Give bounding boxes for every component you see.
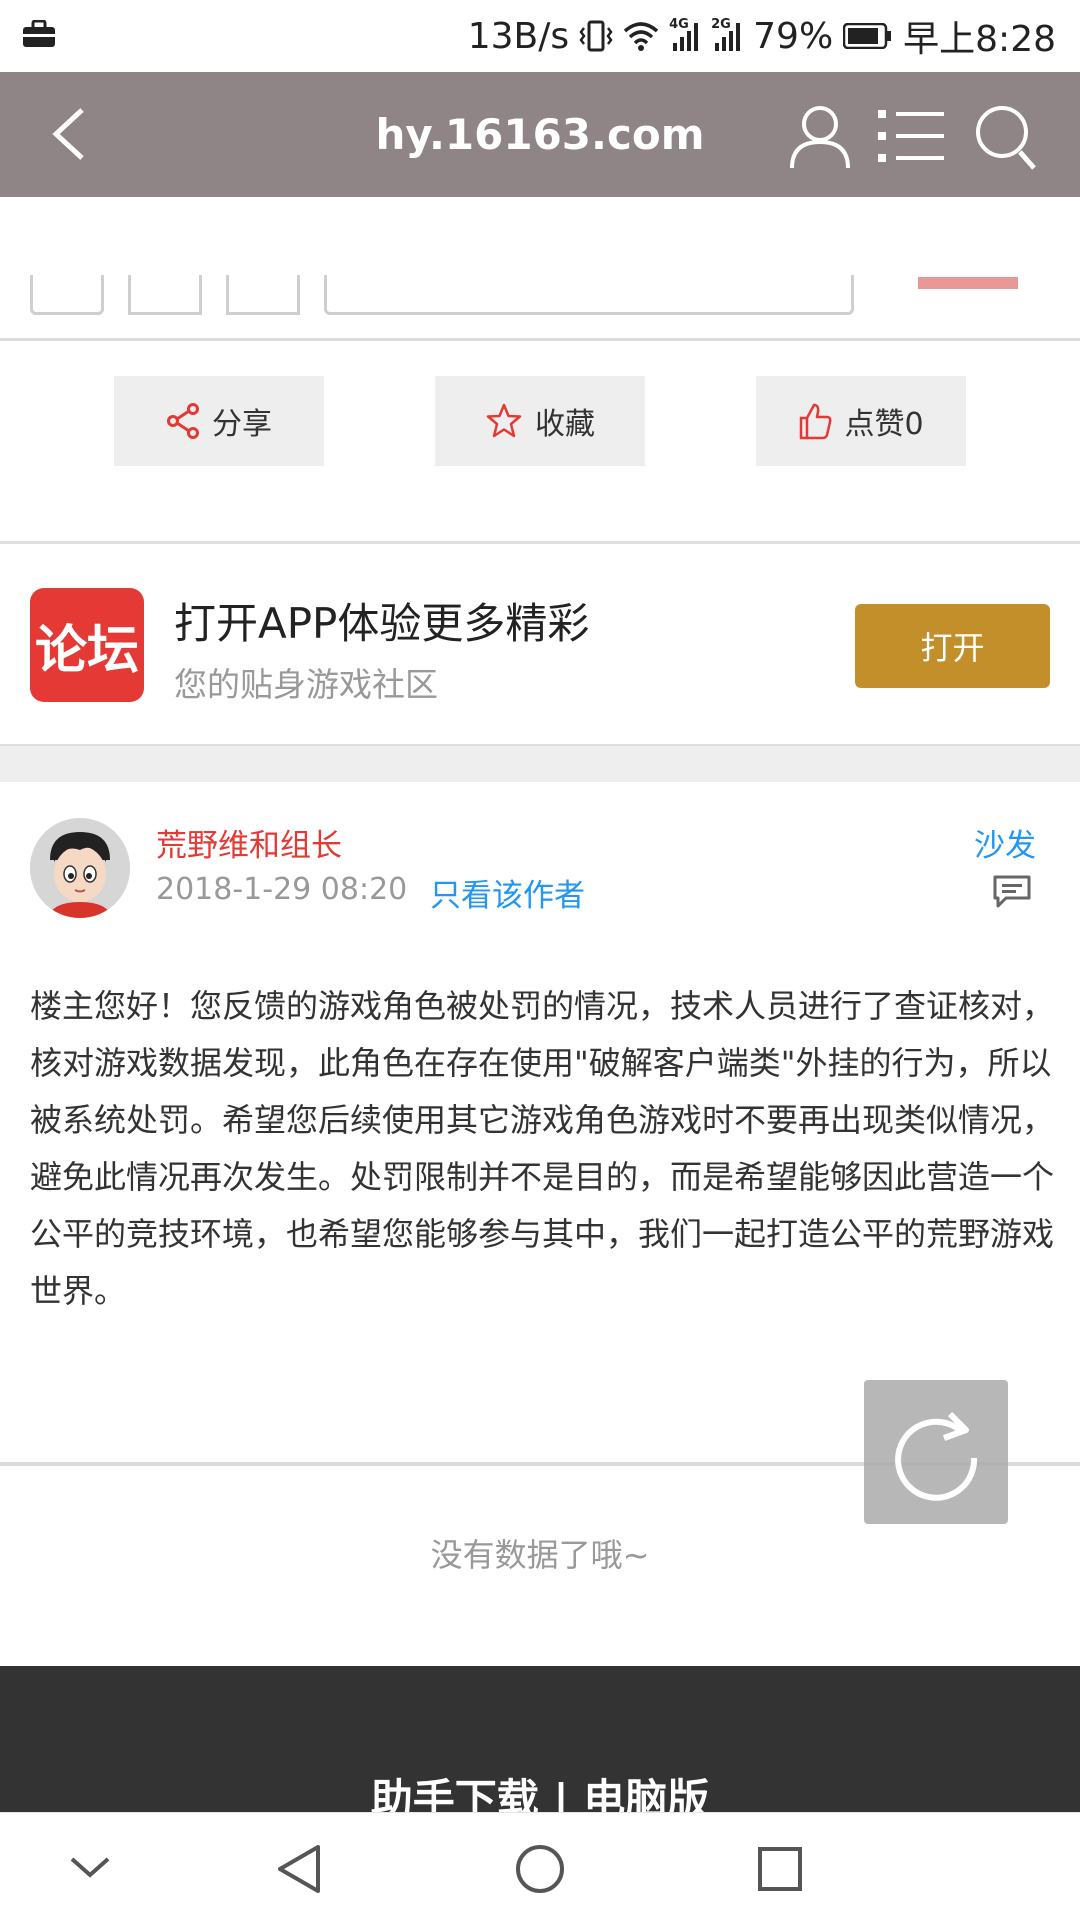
share-icon [167,403,199,439]
battery-percent: 79% [753,15,834,57]
nav-collapse-button[interactable] [68,1853,112,1885]
comment-icon [993,875,1031,908]
signal-2g-label: 2G [711,17,731,32]
favorite-label: 收藏 [535,407,595,442]
site-footer: 助手下载 | 电脑版 [0,1666,1080,1824]
system-nav-bar [0,1812,1080,1920]
search-button[interactable] [972,102,1038,172]
nav-home-button[interactable] [514,1843,566,1899]
user-button[interactable] [788,102,852,172]
share-label: 分享 [212,407,272,442]
only-author-link[interactable]: 只看该作者 [430,870,585,915]
app-promo-banner: 论坛 打开APP体验更多精彩 您的贴身游戏社区 打开 [0,544,1080,744]
menu-button[interactable] [876,106,946,166]
post-actions: 分享 收藏 点赞0 [0,344,1080,542]
reply-button[interactable] [992,874,1032,910]
reply-toolbar-partial [0,197,1080,341]
app-logo: 论坛 [30,588,144,702]
section-gap [0,744,1080,782]
reply-post: 荒野维和组长 2018-1-29 08:20 只看该作者 沙发 楼主您好！您反馈… [0,782,1080,1462]
share-button[interactable]: 分享 [114,376,324,466]
open-app-button[interactable]: 打开 [855,604,1050,688]
search-icon [976,106,1036,170]
vibrate-icon [579,20,613,52]
favorite-button[interactable]: 收藏 [435,376,645,466]
signal-2g-icon: 2G [711,17,743,51]
like-label: 点赞0 [844,407,924,442]
promo-title: 打开APP体验更多精彩 [174,599,590,648]
image-button[interactable] [128,275,202,315]
briefcase-icon [22,19,56,52]
divider [0,338,1080,341]
list-icon [878,110,944,162]
chevron-down-icon [70,1857,110,1878]
no-data-text: 没有数据了哦~ [430,1536,650,1574]
home-circle-icon [516,1845,564,1893]
browser-header: hy.16163.com [0,72,1080,197]
signal-4g-icon: 4G [669,17,701,51]
attach-button[interactable] [226,275,300,315]
nav-back-button[interactable] [274,1843,324,1899]
back-button[interactable] [40,102,100,166]
promo-subtitle: 您的贴身游戏社区 [174,665,438,704]
thumbs-up-icon [800,403,832,440]
star-icon [486,403,522,438]
signal-4g-label: 4G [669,17,689,32]
recents-square-icon [758,1847,802,1891]
post-date: 2018-1-29 08:20 [156,872,408,907]
post-body: 楼主您好！您反馈的游戏角色被处罚的情况，技术人员进行了查证核对，核对游戏数据发现… [30,987,1055,1310]
battery-icon [843,23,893,49]
network-speed: 13B/s [467,15,570,57]
app-logo-text: 论坛 [34,620,139,681]
like-button[interactable]: 点赞0 [756,376,966,466]
refresh-icon [895,1411,978,1501]
page-indicator-partial [918,277,1018,289]
wifi-icon [623,21,659,51]
clock: 早上8:28 [903,19,1056,60]
refresh-button[interactable] [864,1380,1008,1524]
reply-input[interactable] [324,275,854,315]
emoji-button[interactable] [30,275,104,315]
status-bar: 13B/s 4G 2G 79% 早上8:28 [0,0,1080,72]
floor-label: 沙发 [974,828,1036,864]
nav-recents-button[interactable] [756,1845,804,1897]
chevron-left-icon [52,108,84,160]
avatar[interactable] [30,818,130,918]
user-icon [790,106,850,169]
author-name[interactable]: 荒野维和组长 [156,820,342,865]
back-triangle-icon [278,1845,320,1893]
